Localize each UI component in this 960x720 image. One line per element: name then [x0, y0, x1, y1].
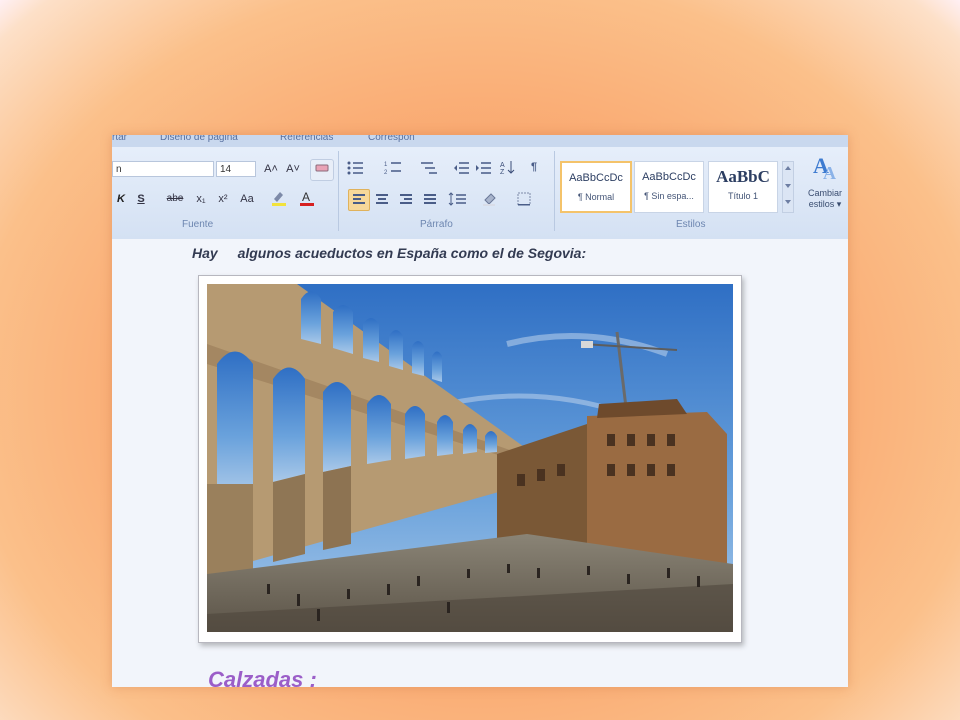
svg-text:Z: Z: [500, 169, 505, 175]
group-separator: [554, 151, 555, 231]
font-color-icon[interactable]: A: [298, 189, 316, 206]
svg-text:A: A: [500, 162, 505, 169]
font-size-combo[interactable]: 14: [216, 161, 256, 177]
align-left-icon[interactable]: [348, 189, 370, 211]
svg-text:A: A: [823, 163, 836, 183]
strikethrough-button[interactable]: abe: [162, 191, 188, 207]
styles-scroll[interactable]: [782, 161, 794, 213]
decrease-indent-icon[interactable]: [452, 159, 472, 175]
underline-button[interactable]: S: [132, 191, 150, 207]
style-normal[interactable]: AaBbCcDc ¶ Normal: [560, 161, 632, 213]
tab-mailings[interactable]: Correspon: [368, 135, 415, 143]
change-styles-label-2: estilos ▾: [808, 199, 842, 209]
font-name-combo[interactable]: n: [112, 161, 214, 177]
italic-bold-button[interactable]: K: [112, 191, 130, 207]
increase-indent-icon[interactable]: [474, 159, 494, 175]
change-styles-label-1: Cambiar: [807, 188, 842, 198]
svg-text:A: A: [302, 190, 310, 204]
word-window: rtar Diseño de página Referencias Corres…: [112, 135, 848, 687]
style-sample: AaBbCcDc: [642, 171, 696, 183]
subscript-button[interactable]: x₁: [192, 191, 210, 207]
text-hay: Hay: [192, 245, 218, 261]
section-heading: Calzadas :: [208, 667, 317, 687]
image-frame[interactable]: [198, 275, 742, 643]
style-sample: AaBbC: [716, 167, 770, 186]
ribbon: n 14 A˄ A˅ K S abe x₁ x² Aa A Fuente 12: [112, 147, 848, 240]
borders-icon[interactable]: [514, 191, 540, 207]
align-right-icon[interactable]: [396, 191, 416, 207]
style-name: ¶ Sin espa...: [644, 191, 694, 201]
document-page[interactable]: Hay algunos acueductos en España como el…: [112, 239, 848, 687]
line-spacing-icon[interactable]: [446, 191, 472, 207]
text-rest: algunos acueductos en España como el de …: [237, 245, 587, 261]
tab-references[interactable]: Referencias: [280, 135, 333, 143]
group-label-estilos: Estilos: [676, 219, 706, 230]
highlight-icon[interactable]: [270, 189, 288, 206]
sort-icon[interactable]: AZ: [498, 159, 518, 176]
tab-page-layout[interactable]: Diseño de página: [160, 135, 238, 143]
group-label-parrafo: Párrafo: [420, 219, 453, 230]
clear-format-button[interactable]: [310, 159, 334, 181]
group-separator: [338, 151, 339, 231]
style-heading-1[interactable]: AaBbC Título 1: [708, 161, 778, 213]
style-name: ¶ Normal: [577, 192, 615, 202]
superscript-button[interactable]: x²: [214, 191, 232, 207]
grow-font-button[interactable]: A˄: [262, 161, 280, 177]
group-label-fuente: Fuente: [182, 219, 214, 230]
numbering-icon[interactable]: 12: [382, 159, 412, 176]
align-center-icon[interactable]: [372, 191, 392, 207]
svg-text:1: 1: [384, 162, 388, 168]
pilcrow-icon[interactable]: ¶: [524, 159, 544, 175]
justify-icon[interactable]: [420, 191, 440, 207]
svg-text:2: 2: [384, 170, 388, 175]
change-styles-button[interactable]: A A Cambiar estilos ▾: [802, 151, 848, 213]
shrink-font-button[interactable]: A˅: [284, 161, 302, 177]
segovia-aqueduct-photo: [207, 284, 733, 632]
multilevel-list-icon[interactable]: [418, 159, 448, 175]
change-case-button[interactable]: Aa: [236, 191, 258, 207]
ribbon-tabs: rtar Diseño de página Referencias Corres…: [112, 135, 848, 147]
change-styles-icon: A A: [813, 153, 836, 183]
document-line: Hay algunos acueductos en España como el…: [192, 245, 586, 261]
eraser-icon: [315, 164, 329, 172]
style-sample: AaBbCcDc: [569, 172, 623, 184]
bullets-icon[interactable]: [344, 159, 374, 175]
tab-insert[interactable]: rtar: [112, 135, 127, 143]
shading-icon[interactable]: [480, 191, 506, 207]
style-no-spacing[interactable]: AaBbCcDc ¶ Sin espa...: [634, 161, 704, 213]
style-name: Título 1: [727, 191, 758, 201]
